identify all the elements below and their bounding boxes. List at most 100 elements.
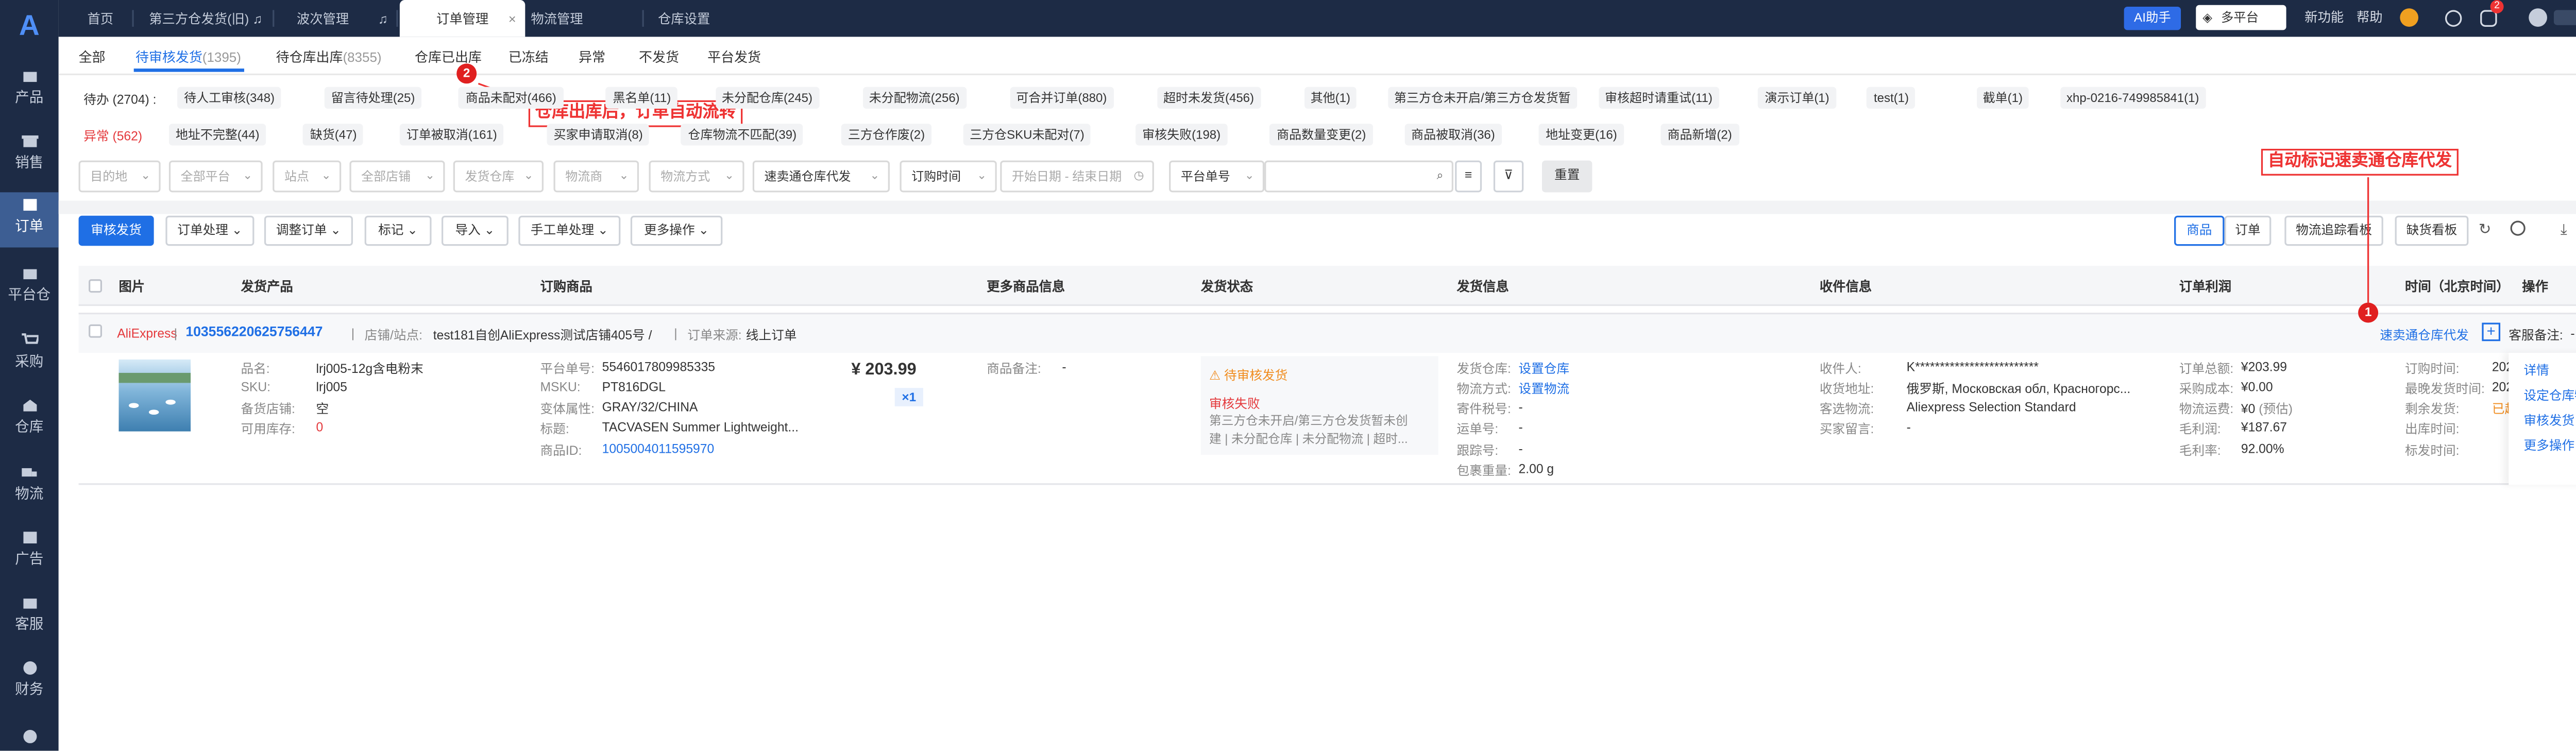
tab-logistics[interactable]: 物流管理 <box>523 0 590 37</box>
abnormal-filter-chip[interactable]: 地址变更(16) <box>1539 124 1624 146</box>
abnormal-filter-chip[interactable]: 三方仓SKU未配对(7) <box>963 124 1091 146</box>
product-id-link[interactable]: 1005004011595970 <box>602 441 715 456</box>
pending-filter-chip[interactable]: test(1) <box>1867 87 1916 109</box>
tab-wave[interactable]: 波次管理 <box>281 0 364 37</box>
selected-warehouse-filter[interactable]: 速卖通仓库代发 ⌄ <box>752 160 890 193</box>
out-of-stock-board-button[interactable]: 缺货看板 <box>2395 215 2469 246</box>
order-id-link[interactable]: 103556220625756447 <box>185 325 323 339</box>
tab-orders[interactable]: 订单管理 × <box>399 0 526 39</box>
tab-third-party[interactable]: 第三方仓发货(旧) ♫ <box>147 0 264 37</box>
sidebar-item-service[interactable]: 客服 <box>0 590 59 640</box>
abnormal-filter-chip[interactable]: 仓库物流不匹配(39) <box>681 124 804 146</box>
avatar-icon[interactable] <box>2400 8 2419 27</box>
status-tab-abnormal[interactable]: 异常 <box>579 48 605 67</box>
abnormal-filter-chip[interactable]: 买家申请取消(8) <box>547 124 650 146</box>
abnormal-filter-chip[interactable]: 审核失败(198) <box>1136 124 1228 146</box>
download-icon[interactable]: ⤓ <box>2561 220 2567 239</box>
status-tab-outbound[interactable]: 仓库已出库 <box>415 48 482 67</box>
sidebar-item-finance[interactable]: 财务 <box>0 656 59 706</box>
select-all-checkbox[interactable] <box>89 279 103 293</box>
pending-filter-chip[interactable]: 超时未发货(456) <box>1157 87 1261 109</box>
tag-aliexpress-warehouse[interactable]: 速卖通仓库代发 <box>2380 326 2469 345</box>
pending-filter-chip[interactable]: 第三方仓未开启/第三方仓发货暂 <box>1387 87 1578 109</box>
status-tab-pending-review[interactable]: 待审核发货(1395) <box>135 48 241 67</box>
sidebar-item-sales[interactable]: 销售 <box>0 129 59 179</box>
status-tab-platform-ship[interactable]: 平台发货 <box>707 48 761 67</box>
set-logistics-link[interactable]: 设置物流 <box>1519 380 1570 398</box>
tab-home[interactable]: 首页 <box>75 0 125 37</box>
search-input[interactable]: ⌕ <box>1264 160 1453 193</box>
mark-button[interactable]: 标记 ⌄ <box>364 215 432 246</box>
pending-filter-chip[interactable]: 留言待处理(25) <box>324 87 422 109</box>
filter-icon[interactable]: ⊽ <box>1493 160 1524 193</box>
import-button[interactable]: 导入 ⌄ <box>441 215 509 246</box>
abnormal-filter-chip[interactable]: 缺货(47) <box>303 124 364 146</box>
app-logo[interactable]: A <box>15 12 43 40</box>
pending-filter-chip[interactable]: 可合并订单(880) <box>1009 87 1114 109</box>
view-order-button[interactable]: 订单 <box>2224 215 2272 246</box>
reset-button[interactable]: 重置 <box>1541 160 1592 193</box>
close-icon[interactable]: × <box>509 0 516 39</box>
abnormal-filter-chip[interactable]: 地址不完整(44) <box>168 124 266 146</box>
set-wh-logistics-link[interactable]: 设定仓库物流 <box>2524 386 2576 405</box>
abnormal-filter-chip[interactable]: 商品新增(2) <box>1660 124 1739 146</box>
details-link[interactable]: 详情 <box>2524 361 2549 380</box>
ai-assistant-button[interactable]: AI助手 <box>2124 6 2181 30</box>
pending-filter-chip[interactable]: 其他(1) <box>1303 87 1358 109</box>
add-tag-icon[interactable]: + <box>2482 322 2501 342</box>
tab-wh-settings[interactable]: 仓库设置 <box>657 0 711 37</box>
method-filter[interactable]: 物流方式 ⌄ <box>649 160 744 193</box>
user-name[interactable] <box>2553 10 2576 25</box>
pending-filter-chip[interactable]: 未分配物流(256) <box>862 87 967 109</box>
pending-filter-chip[interactable]: 商品未配对(466) <box>459 87 563 109</box>
pending-filter-chip[interactable]: 截单(1) <box>1976 87 2030 109</box>
user-avatar[interactable] <box>2529 8 2547 27</box>
order-process-button[interactable]: 订单处理 ⌄ <box>165 215 255 246</box>
manual-order-button[interactable]: 手工单处理 ⌄ <box>518 215 621 246</box>
status-tab-frozen[interactable]: 已冻结 <box>509 48 549 67</box>
site-filter[interactable]: 站点 ⌄ <box>273 160 342 193</box>
abnormal-filter-chip[interactable]: 订单被取消(161) <box>399 124 504 146</box>
pending-filter-chip[interactable]: 黑名单(11) <box>606 87 678 109</box>
list-icon[interactable]: ≡ <box>1455 160 1482 193</box>
warehouse-filter[interactable]: 发货仓库 ⌄ <box>453 160 544 193</box>
bell-icon[interactable]: ♫ <box>373 0 393 37</box>
help-link[interactable]: 帮助 <box>2357 8 2383 27</box>
abnormal-filter-chip[interactable]: 商品数量变更(2) <box>1270 124 1373 146</box>
carrier-filter[interactable]: 物流商 ⌄ <box>553 160 639 193</box>
refresh-icon[interactable]: ↻ <box>2479 220 2491 239</box>
set-warehouse-link[interactable]: 设置仓库 <box>1519 360 1570 378</box>
review-ship-button[interactable]: 审核发货 <box>78 215 154 246</box>
view-product-button[interactable]: 商品 <box>2174 215 2225 246</box>
order-checkbox[interactable] <box>89 324 103 338</box>
date-range-input[interactable]: 开始日期 - 结束日期 ◷ <box>1000 160 1154 193</box>
adjust-order-button[interactable]: 调整订单 ⌄ <box>264 215 353 246</box>
sidebar-item-platform-wh[interactable]: 平台仓 <box>0 261 59 311</box>
time-type-select[interactable]: 订购时间 ⌄ <box>900 160 997 193</box>
pending-filter-chip[interactable]: 审核超时请重试(11) <box>1598 87 1719 109</box>
status-tab-awaiting-outbound[interactable]: 待仓库出库(8355) <box>276 48 382 67</box>
pending-filter-chip[interactable]: 未分配仓库(245) <box>715 87 820 109</box>
abnormal-filter-chip[interactable]: 三方仓作废(2) <box>841 124 932 146</box>
more-actions-button[interactable]: 更多操作 ⌄ <box>630 215 723 246</box>
new-features-link[interactable]: 新功能 <box>2304 8 2344 27</box>
help-icon[interactable] <box>2510 220 2526 236</box>
status-tab-no-ship[interactable]: 不发货 <box>639 48 679 67</box>
order-no-type-select[interactable]: 平台单号 ⌄ <box>1169 160 1265 193</box>
platform-select[interactable]: ◈ 多平台 <box>2196 5 2286 30</box>
sidebar-item-logistics[interactable]: 物流 <box>0 460 59 510</box>
platform-filter[interactable]: 全部平台 ⌄ <box>168 160 263 193</box>
sidebar-item-warehouse[interactable]: 仓库 <box>0 393 59 443</box>
sidebar-item-purchase[interactable]: 采购 <box>0 328 59 378</box>
review-ship-link[interactable]: 审核发货 <box>2524 412 2575 430</box>
pending-filter-chip[interactable]: 待人工审核(348) <box>177 87 282 109</box>
product-image[interactable] <box>118 359 191 432</box>
pending-filter-chip[interactable]: xhp-0216-749985841(1) <box>2059 87 2206 109</box>
sidebar-item-ads[interactable]: 广告 <box>0 525 59 575</box>
destination-select[interactable]: 目的地 ⌄ <box>78 160 161 193</box>
abnormal-filter-chip[interactable]: 商品被取消(36) <box>1404 124 1502 146</box>
store-filter[interactable]: 全部店铺 ⌄ <box>349 160 445 193</box>
more-ops-link[interactable]: 更多操作 ⌄ <box>2524 436 2576 455</box>
download-icon[interactable] <box>2445 10 2462 27</box>
sidebar-item-orders[interactable]: 订单 <box>0 192 59 248</box>
